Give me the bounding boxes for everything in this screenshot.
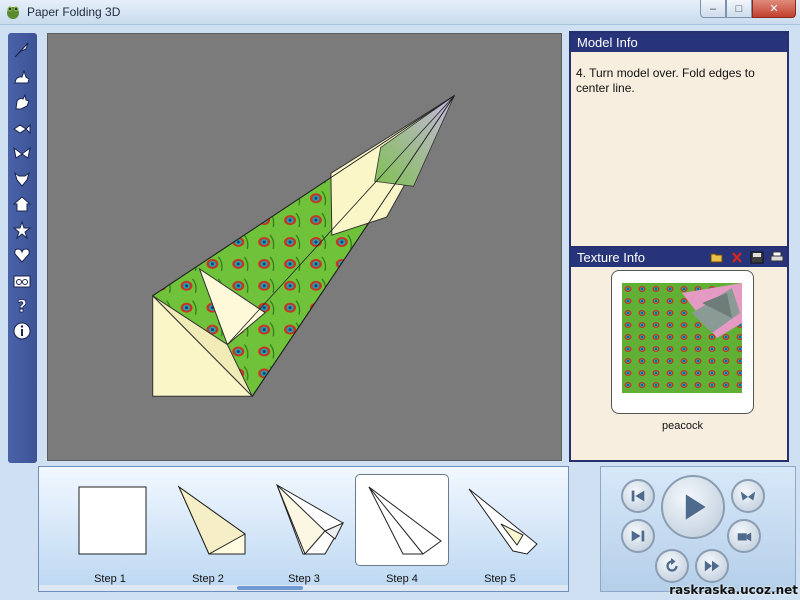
step-item[interactable]: Step 2 <box>161 467 255 587</box>
rotate-button[interactable] <box>655 549 689 583</box>
fast-forward-button[interactable] <box>695 549 729 583</box>
help-icon[interactable]: ? <box>10 295 34 317</box>
save-icon[interactable] <box>749 250 764 264</box>
camera-button[interactable] <box>727 519 761 553</box>
texture-name-label: peacock <box>662 420 703 432</box>
rotate-icon <box>666 557 678 572</box>
texture-info-title: Texture Info <box>577 250 645 265</box>
skip-to-end-icon <box>631 530 645 542</box>
peacock-model-render <box>151 94 456 398</box>
star-icon[interactable] <box>10 219 34 241</box>
step-thumbnail <box>368 486 442 555</box>
steps-scrollbar[interactable] <box>39 585 568 591</box>
model-viewport[interactable] <box>47 33 562 461</box>
bull-head-icon[interactable] <box>10 168 34 190</box>
play-icon <box>685 494 706 520</box>
texture-info-panel: Texture Info peacock <box>569 246 789 462</box>
model-info-text: 4. Turn model over. Fold edges to center… <box>576 66 755 95</box>
steps-scrollbar-thumb[interactable] <box>237 586 303 590</box>
butterfly-icon[interactable] <box>10 143 34 165</box>
open-folder-icon[interactable] <box>709 250 724 264</box>
app-frog-icon <box>7 6 19 19</box>
camera-icon <box>737 532 752 542</box>
step-label: Step 1 <box>94 573 126 585</box>
skip-to-end-button[interactable] <box>621 519 655 553</box>
minimize-button[interactable]: – <box>700 0 726 18</box>
step-item-selected[interactable]: Step 4 <box>355 467 449 587</box>
fish-icon[interactable] <box>10 118 34 140</box>
model-category-toolbar: ? <box>8 33 37 463</box>
maximize-button[interactable]: □ <box>726 0 752 18</box>
step-item[interactable]: Step 3 <box>257 467 351 587</box>
print-icon[interactable] <box>769 250 784 264</box>
svg-text:?: ? <box>17 297 27 316</box>
fast-forward-icon <box>704 560 720 572</box>
step-thumbnail <box>468 488 538 555</box>
step-item[interactable]: Step 1 <box>63 467 157 587</box>
step-thumbnail <box>78 486 147 555</box>
play-button[interactable] <box>661 475 725 539</box>
heart-icon[interactable] <box>10 244 34 266</box>
step-thumbnail <box>177 485 246 555</box>
skip-to-start-icon <box>631 490 645 502</box>
step-thumbnail <box>276 483 345 555</box>
step-label: Step 4 <box>386 573 418 585</box>
texture-info-header: Texture Info <box>571 248 787 267</box>
info-icon[interactable] <box>10 320 34 342</box>
playback-controls <box>600 466 796 592</box>
texture-preview-card[interactable] <box>611 270 754 414</box>
delete-icon[interactable] <box>729 250 744 264</box>
butterfly-mode-button[interactable] <box>731 479 765 513</box>
title-bar: Paper Folding 3D – □ ✕ <box>0 0 800 25</box>
step-label: Step 5 <box>484 573 516 585</box>
rabbit-icon[interactable] <box>10 66 34 88</box>
watermark: raskraska.ucoz.net <box>669 583 798 597</box>
steps-strip: Step 1 Step 2 Step 3 Step 4 Step 5 <box>38 466 569 592</box>
model-info-panel: Model Info 4. Turn model over. Fold edge… <box>569 31 789 248</box>
rooster-icon[interactable] <box>10 91 34 113</box>
model-info-header: Model Info <box>571 33 787 52</box>
bird-icon[interactable] <box>10 39 34 61</box>
step-label: Step 3 <box>288 573 320 585</box>
butterfly-mode-icon <box>740 491 756 501</box>
step-item[interactable]: Step 5 <box>453 467 547 587</box>
skip-to-start-button[interactable] <box>621 479 655 513</box>
step-label: Step 2 <box>192 573 224 585</box>
glasses-icon[interactable] <box>10 270 34 292</box>
window-title: Paper Folding 3D <box>27 5 121 19</box>
close-button[interactable]: ✕ <box>752 0 796 18</box>
house-icon[interactable] <box>10 193 34 215</box>
peacock-texture-image <box>622 283 742 393</box>
